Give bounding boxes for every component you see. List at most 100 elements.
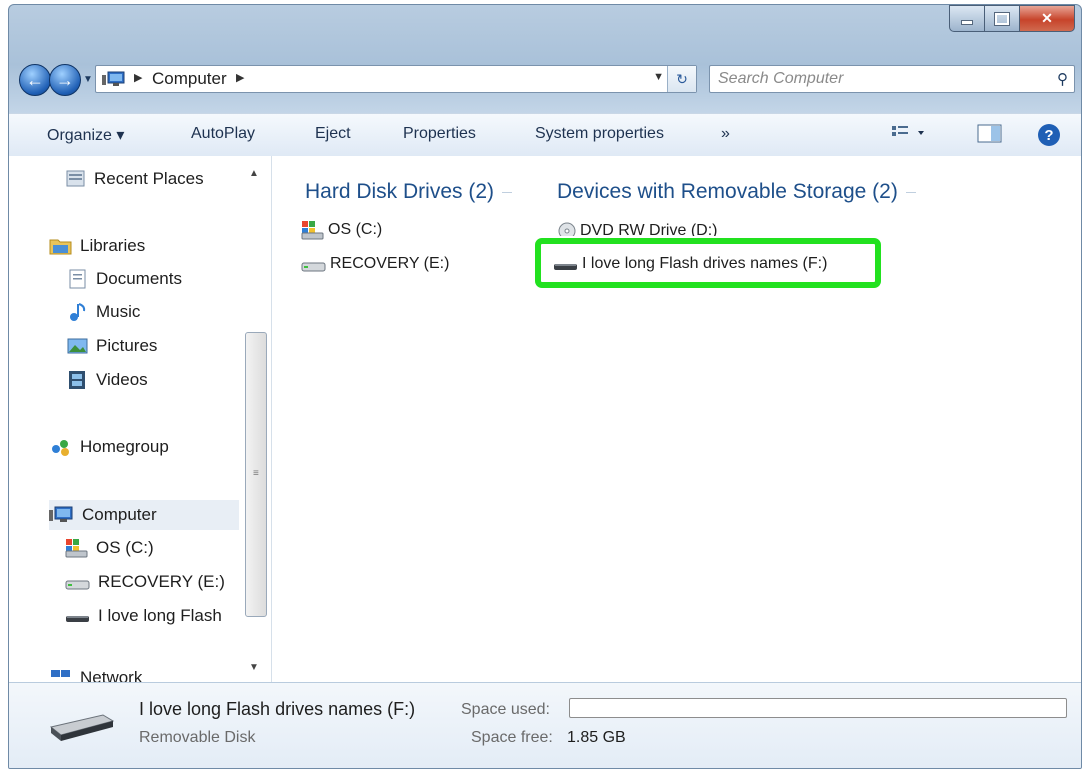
- refresh-icon: ↻: [676, 70, 688, 87]
- back-arrow-icon: ←: [26, 69, 44, 90]
- documents-icon: [67, 269, 89, 289]
- sidebar-item-label: Music: [96, 302, 141, 321]
- close-icon: ✕: [1041, 10, 1053, 26]
- maximize-icon: [994, 11, 1010, 26]
- navigation-pane-scrollbar[interactable]: ▲ ≡ ▼: [243, 162, 267, 682]
- os-drive-icon: [301, 220, 325, 240]
- sidebar-item-videos[interactable]: Videos: [67, 370, 148, 390]
- hard-drive-icon: [301, 254, 327, 274]
- group-header-label: Devices with Removable Storage (2): [557, 180, 898, 203]
- drive-label: DVD RW Drive (D:): [580, 222, 718, 236]
- minimize-icon: [961, 20, 973, 25]
- view-options-button[interactable]: [891, 123, 931, 148]
- sidebar-item-label: RECOVERY (E:): [98, 572, 225, 591]
- organize-label: Organize: [47, 127, 112, 144]
- close-button[interactable]: ✕: [1019, 5, 1075, 32]
- more-commands-button[interactable]: »: [721, 125, 730, 143]
- organize-button[interactable]: Organize ▾: [47, 125, 124, 145]
- command-bar: Organize ▾ AutoPlay Eject Properties Sys…: [9, 113, 1081, 157]
- navigation-bar: ← → ▼ ▶ Computer ▶ ▼ ↻ ⚲: [19, 62, 1075, 96]
- sidebar-item-label: OS (C:): [96, 538, 154, 557]
- music-icon: [67, 302, 89, 322]
- address-dropdown[interactable]: ▼: [653, 71, 664, 83]
- sidebar-item-label: Documents: [96, 269, 182, 288]
- drive-item-recovery[interactable]: RECOVERY (E:): [301, 254, 449, 274]
- search-box[interactable]: ⚲: [709, 65, 1075, 93]
- scroll-down-arrow-icon[interactable]: ▼: [249, 662, 259, 673]
- space-free-value: 1.85 GB: [567, 729, 626, 746]
- recent-pages-dropdown[interactable]: ▼: [83, 74, 93, 85]
- sidebar-item-label: Homegroup: [80, 437, 169, 456]
- sidebar-item-label: Libraries: [80, 236, 146, 255]
- sidebar-item-pictures[interactable]: Pictures: [67, 336, 157, 356]
- refresh-button[interactable]: ↻: [667, 66, 696, 92]
- explorer-window: ✕ ← → ▼ ▶ Computer ▶ ▼ ↻ ⚲ Organize ▾ Au…: [8, 4, 1082, 769]
- hard-drive-icon: [65, 572, 91, 592]
- content-area: Recent Places Libraries Documents Music …: [9, 156, 1081, 682]
- group-header-removable-storage[interactable]: Devices with Removable Storage (2): [557, 180, 916, 204]
- drive-label: RECOVERY (E:): [330, 255, 450, 272]
- sidebar-item-os-drive[interactable]: OS (C:): [65, 538, 154, 558]
- sidebar-item-label: Videos: [96, 370, 148, 389]
- sidebar-item-recovery-drive[interactable]: RECOVERY (E:): [65, 572, 225, 592]
- group-header-label: Hard Disk Drives (2): [305, 180, 495, 203]
- details-item-name: I love long Flash drives names (F:): [139, 699, 416, 719]
- sidebar-item-recent-places[interactable]: Recent Places: [65, 169, 204, 189]
- highlight-box: [535, 238, 881, 288]
- drive-label: OS (C:): [328, 221, 383, 238]
- computer-icon: [102, 71, 128, 92]
- sidebar-item-label: Pictures: [96, 336, 158, 355]
- homegroup-icon: [49, 437, 73, 457]
- sidebar-item-label: Network: [80, 668, 143, 682]
- details-pane: I love long Flash drives names (F:) Remo…: [9, 682, 1081, 768]
- sidebar-item-network[interactable]: Network: [49, 668, 142, 682]
- sidebar-item-music[interactable]: Music: [67, 302, 140, 322]
- sidebar-item-label: Recent Places: [94, 169, 204, 188]
- maximize-button[interactable]: [984, 5, 1019, 32]
- usb-drive-icon: [47, 707, 117, 752]
- os-drive-icon: [65, 538, 89, 558]
- breadcrumb-separator[interactable]: ▶: [134, 71, 142, 84]
- preview-pane-button[interactable]: [977, 123, 1003, 150]
- search-input[interactable]: [716, 68, 1040, 90]
- minimize-button[interactable]: [949, 5, 984, 32]
- space-used-bar: [569, 698, 1067, 718]
- usb-drive-icon: [65, 606, 91, 626]
- group-divider: [502, 191, 513, 193]
- breadcrumb-computer[interactable]: Computer: [152, 69, 227, 89]
- view-icon: [892, 126, 924, 136]
- help-button[interactable]: ?: [1037, 123, 1061, 152]
- scroll-up-arrow-icon[interactable]: ▲: [249, 168, 259, 179]
- group-header-hard-disk-drives[interactable]: Hard Disk Drives (2): [305, 180, 513, 204]
- space-free-label: Space free:: [471, 729, 553, 746]
- scrollbar-thumb[interactable]: ≡: [245, 332, 267, 617]
- network-icon: [49, 668, 73, 682]
- sidebar-item-usb-drive[interactable]: I love long Flash: [65, 606, 222, 626]
- drive-item-dvd[interactable]: DVD RW Drive (D:): [555, 222, 717, 236]
- properties-button[interactable]: Properties: [403, 125, 476, 143]
- eject-button[interactable]: Eject: [315, 125, 351, 143]
- sidebar-item-computer[interactable]: Computer: [49, 500, 239, 530]
- space-used-label: Space used:: [461, 701, 550, 718]
- back-button[interactable]: ←: [19, 64, 51, 96]
- sidebar-item-homegroup[interactable]: Homegroup: [49, 437, 169, 457]
- sidebar-item-libraries[interactable]: Libraries: [49, 236, 145, 256]
- details-item-type: Removable Disk: [139, 729, 256, 746]
- forward-arrow-icon: →: [56, 69, 74, 90]
- dvd-drive-icon: [555, 222, 577, 236]
- address-bar[interactable]: ▶ Computer ▶ ▼ ↻: [95, 65, 697, 93]
- preview-pane-icon: [977, 124, 1002, 143]
- autoplay-button[interactable]: AutoPlay: [191, 125, 255, 143]
- pictures-icon: [67, 336, 89, 356]
- sidebar-item-documents[interactable]: Documents: [67, 269, 182, 289]
- scrollbar-grip-icon: ≡: [253, 468, 259, 479]
- breadcrumb-separator[interactable]: ▶: [236, 71, 244, 84]
- forward-button[interactable]: →: [49, 64, 81, 96]
- svg-text:?: ?: [1044, 127, 1053, 144]
- videos-icon: [67, 370, 89, 390]
- recent-places-icon: [65, 169, 87, 189]
- drive-item-os[interactable]: OS (C:): [301, 220, 382, 240]
- sidebar-item-label: I love long Flash: [98, 606, 222, 625]
- system-properties-button[interactable]: System properties: [535, 125, 664, 143]
- search-icon: ⚲: [1057, 71, 1068, 88]
